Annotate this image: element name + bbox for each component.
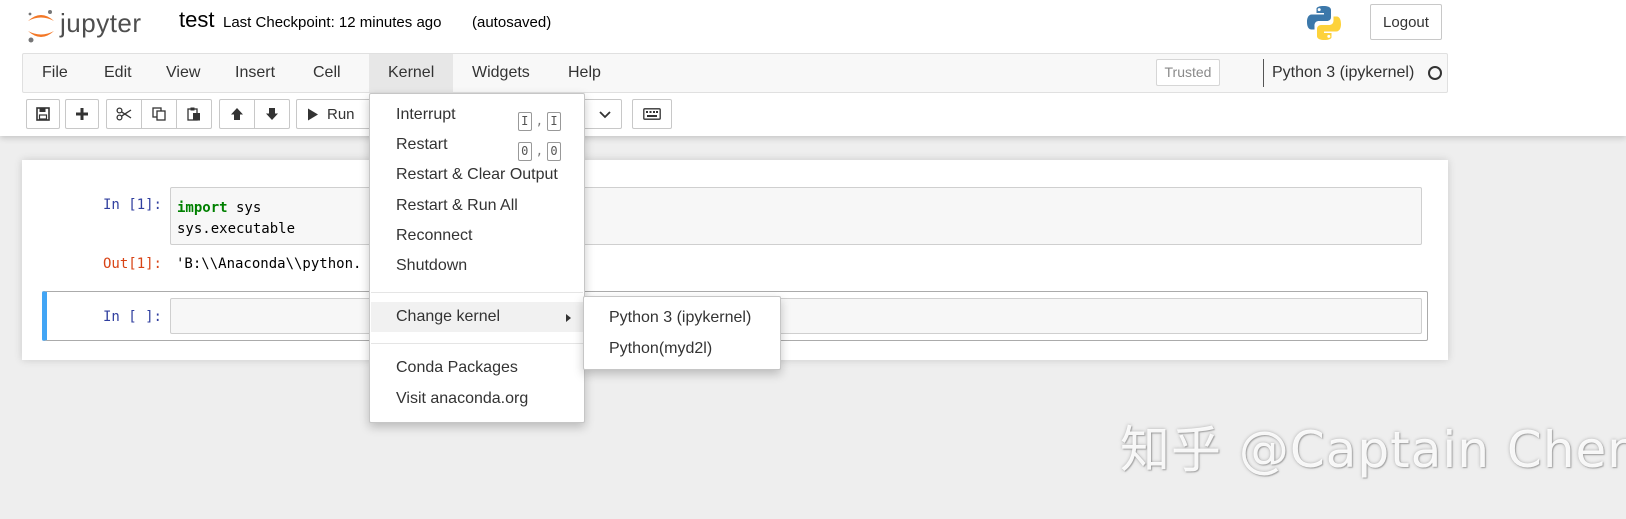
jupyter-logo-icon (28, 10, 54, 43)
arrow-up-icon (231, 108, 243, 120)
move-up-button[interactable] (219, 99, 255, 129)
jupyter-logo[interactable]: jupyter (26, 5, 161, 45)
cell-2-in-prompt: In [ ]: (102, 309, 162, 325)
command-palette-button[interactable] (632, 99, 672, 129)
kernel-name[interactable]: Python 3 (ipykernel) (1263, 59, 1414, 87)
caret-right-icon (566, 314, 571, 322)
cell-1-code-input[interactable]: import sys sys.executable (170, 187, 1422, 245)
notebook-header: jupyter test Last Checkpoint: 12 minutes… (0, 0, 1626, 136)
trusted-badge[interactable]: Trusted (1156, 59, 1220, 86)
kernel-idle-icon (1428, 66, 1442, 80)
menu-file[interactable]: File (23, 54, 87, 92)
menu-divider (371, 292, 583, 293)
menu-help[interactable]: Help (549, 54, 620, 92)
kernel-menu-restart[interactable]: Restart 0, 0 (371, 130, 583, 161)
kernel-menu-interrupt-label: Interrupt (396, 106, 456, 123)
kernel-menu-conda-packages[interactable]: Conda Packages (371, 353, 583, 383)
submenu-python3-ipykernel[interactable]: Python 3 (ipykernel) (585, 303, 779, 333)
kernel-menu-shutdown[interactable]: Shutdown (371, 251, 583, 281)
cell-1-out-prompt: Out[1]: (102, 256, 162, 272)
code-text: sys (227, 200, 262, 216)
zhihu-watermark: 知乎 @Captain Chen (1120, 421, 1626, 479)
shortcut-key: 0 (517, 141, 532, 161)
cut-button[interactable] (106, 99, 142, 129)
menu-divider (371, 343, 583, 344)
checkpoint-status: Last Checkpoint: 12 minutes ago (223, 14, 442, 31)
paste-icon (187, 107, 200, 121)
copy-button[interactable] (141, 99, 177, 129)
shortcut-key: I (547, 111, 561, 131)
cell-1-output: 'B:\\Anaconda\\python. (176, 256, 362, 272)
save-icon (36, 107, 50, 121)
menubar: File Edit View Insert Cell Kernel Widget… (22, 53, 1448, 93)
kernel-menu-change-kernel[interactable]: Change kernel (371, 302, 583, 332)
notebook-name[interactable]: test (179, 7, 214, 33)
paste-button[interactable] (176, 99, 212, 129)
copy-icon (152, 107, 166, 121)
run-button-label: Run (327, 105, 355, 123)
kernel-menu-restart-label: Restart (396, 136, 448, 153)
kernel-menu-restart-run-all[interactable]: Restart & Run All (371, 191, 583, 221)
menu-view[interactable]: View (147, 54, 219, 92)
cell-1-code-line-2: sys.executable (177, 221, 296, 237)
kernel-menu-visit-anaconda[interactable]: Visit anaconda.org (371, 384, 583, 414)
scissors-icon (116, 107, 132, 121)
kernel-menu-reconnect[interactable]: Reconnect (371, 221, 583, 251)
menu-edit[interactable]: Edit (85, 54, 151, 92)
submenu-python-myd2l[interactable]: Python(myd2l) (585, 334, 779, 364)
logout-button[interactable]: Logout (1370, 4, 1442, 40)
menu-cell[interactable]: Cell (294, 54, 360, 92)
play-icon (308, 108, 318, 120)
kernel-menu-change-kernel-label: Change kernel (396, 308, 501, 325)
cell-1-code-line-1: import sys (177, 198, 1415, 219)
kernel-menu-interrupt[interactable]: Interrupt I, I (371, 100, 583, 131)
chevron-down-icon (599, 111, 611, 119)
autosave-status: (autosaved) (472, 14, 552, 31)
insert-cell-button[interactable] (65, 99, 99, 129)
shortcut-key: 0 (547, 141, 561, 161)
change-kernel-submenu: Python 3 (ipykernel) Python(myd2l) (583, 296, 781, 370)
plus-icon (76, 108, 88, 120)
menu-kernel[interactable]: Kernel (369, 54, 454, 92)
kernel-menu-restart-clear-output[interactable]: Restart & Clear Output (371, 160, 583, 190)
arrow-down-icon (266, 108, 278, 120)
python-logo-icon (1307, 6, 1341, 40)
cell-2-code-input[interactable] (170, 298, 1422, 334)
menu-widgets[interactable]: Widgets (453, 54, 549, 92)
keyboard-icon (643, 108, 661, 120)
move-down-button[interactable] (254, 99, 290, 129)
code-keyword: import (177, 200, 228, 216)
jupyter-logo-text: jupyter (60, 8, 142, 38)
save-button[interactable] (26, 99, 60, 129)
cell-1-in-prompt: In [1]: (102, 197, 162, 213)
run-button[interactable]: Run (296, 99, 376, 129)
menu-insert[interactable]: Insert (216, 54, 294, 92)
kernel-dropdown-menu: Interrupt I, I Restart 0, 0 Restart & Cl… (369, 93, 585, 423)
shortcut-key: I (517, 111, 532, 131)
